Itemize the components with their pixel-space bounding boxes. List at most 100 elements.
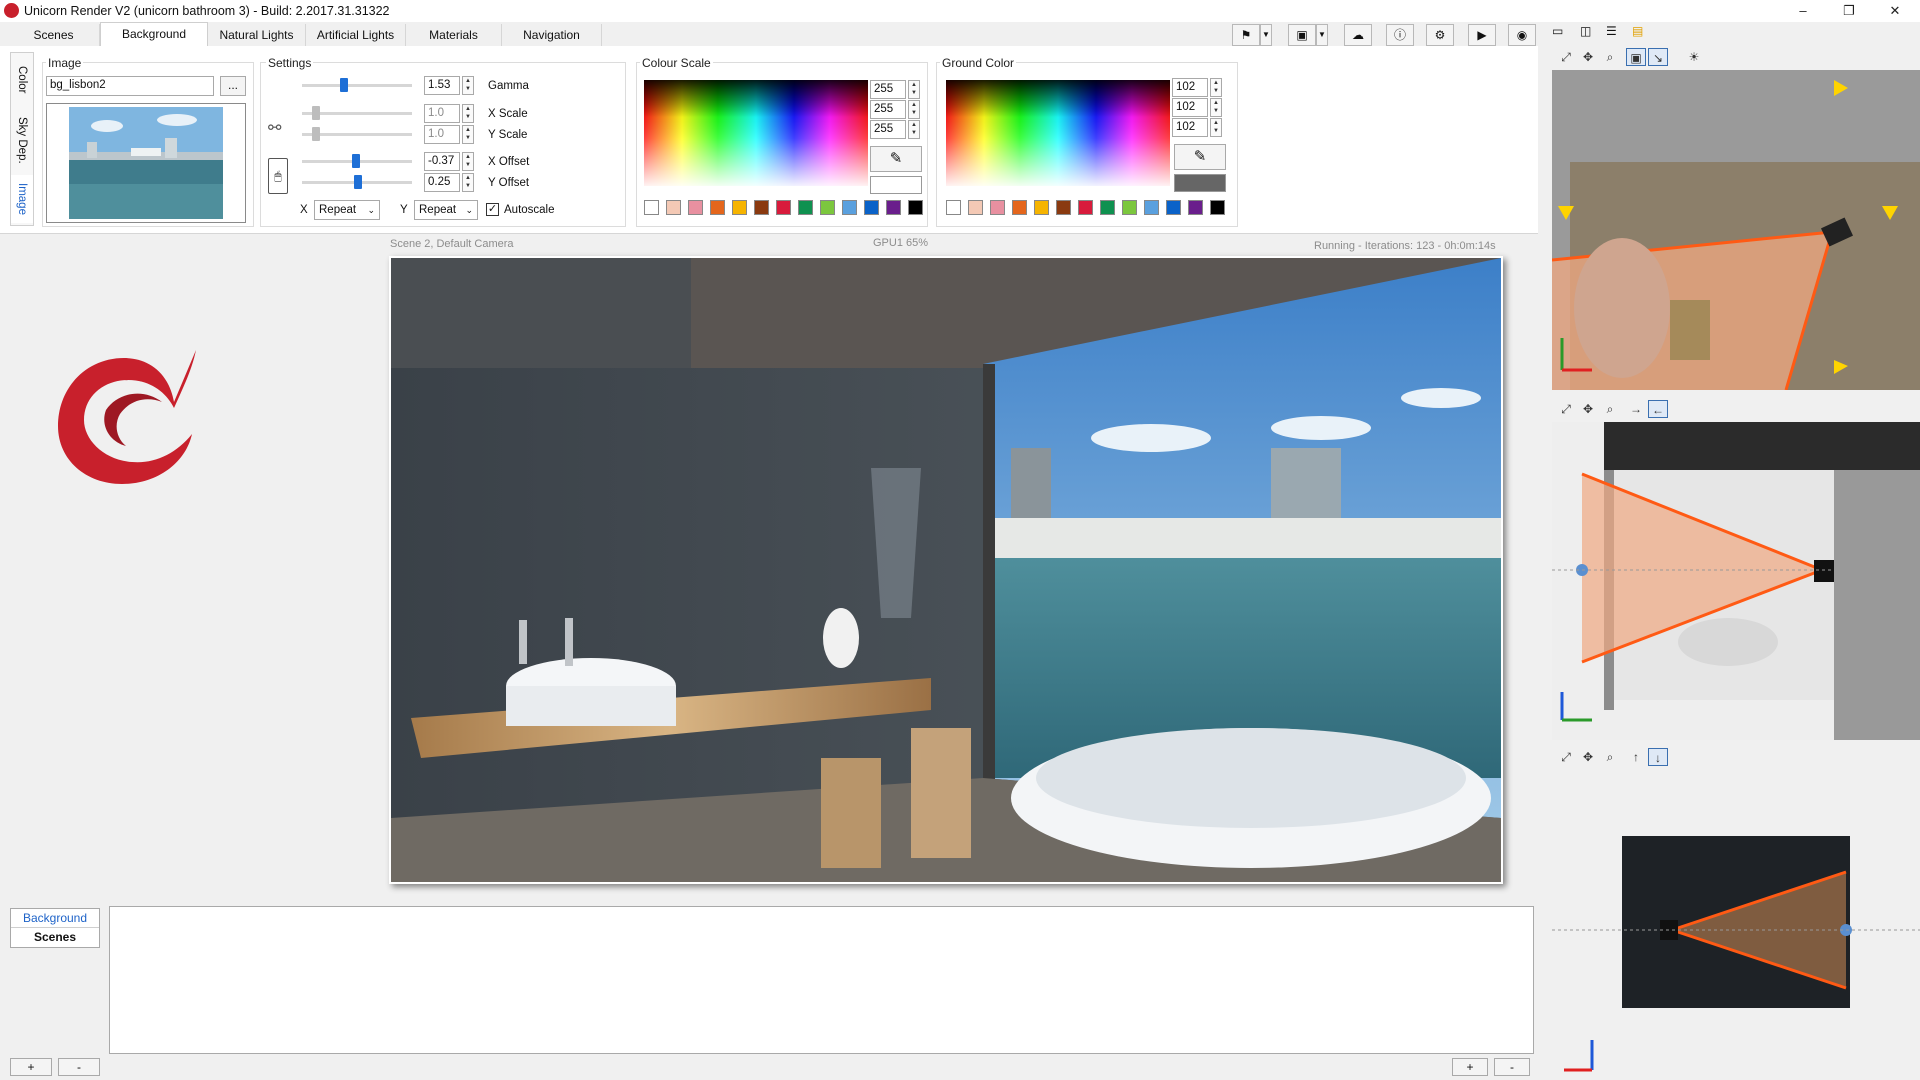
zoom-extents-icon[interactable]: ⤢ bbox=[1556, 748, 1576, 766]
colour-scale-b-field[interactable]: 255 bbox=[870, 120, 906, 139]
zoom-icon[interactable]: ⌕ bbox=[1600, 748, 1620, 766]
side-tab-sky-dep[interactable]: Sky Dep. bbox=[11, 109, 33, 171]
x-scale-spinner[interactable]: ▲ ▼ bbox=[462, 104, 474, 123]
save-button[interactable]: ▣ bbox=[1288, 24, 1316, 46]
render-view[interactable] bbox=[389, 256, 1503, 884]
gamma-slider[interactable] bbox=[302, 84, 412, 87]
browse-button[interactable]: ... bbox=[220, 76, 246, 96]
pick-icon[interactable]: ↘ bbox=[1648, 48, 1668, 66]
tab-background[interactable]: Background bbox=[100, 22, 208, 46]
color-swatch[interactable] bbox=[842, 200, 857, 215]
layout-active-icon[interactable]: ▤ bbox=[1632, 24, 1656, 40]
ground-color-r-field[interactable]: 102 bbox=[1172, 78, 1208, 97]
zoom-icon[interactable]: ⌕ bbox=[1600, 48, 1620, 66]
arrow-left-icon[interactable]: ← bbox=[1648, 400, 1668, 418]
color-swatch[interactable] bbox=[908, 200, 923, 215]
y-repeat-select[interactable]: Repeat ⌄ bbox=[414, 200, 478, 220]
color-swatch[interactable] bbox=[644, 200, 659, 215]
image-filename-field[interactable]: bg_lisbon2 bbox=[46, 76, 214, 96]
color-swatch[interactable] bbox=[990, 200, 1005, 215]
flag-dropdown[interactable]: ▼ bbox=[1260, 24, 1272, 46]
ground-color-eyedropper-button[interactable]: ✎ bbox=[1174, 144, 1226, 170]
pan-icon[interactable]: ✥ bbox=[1578, 400, 1598, 418]
color-swatch[interactable] bbox=[946, 200, 961, 215]
y-scale-field[interactable]: 1.0 bbox=[424, 125, 460, 144]
colour-scale-r-field[interactable]: 255 bbox=[870, 80, 906, 99]
ground-color-b-spinner[interactable]: ▲ ▼ bbox=[1210, 118, 1222, 137]
add-button-left[interactable]: + bbox=[10, 1058, 52, 1076]
minimize-button[interactable]: – bbox=[1780, 0, 1826, 22]
color-swatch[interactable] bbox=[1012, 200, 1027, 215]
zoom-icon[interactable]: ⌕ bbox=[1600, 400, 1620, 418]
camera-button[interactable]: ◉ bbox=[1508, 24, 1536, 46]
color-swatch[interactable] bbox=[688, 200, 703, 215]
settings-button[interactable]: ⚙ bbox=[1426, 24, 1454, 46]
color-swatch[interactable] bbox=[1056, 200, 1071, 215]
y-scale-spinner[interactable]: ▲ ▼ bbox=[462, 125, 474, 144]
tab-artificial-lights[interactable]: Artificial Lights bbox=[306, 24, 406, 46]
gamma-slider-thumb[interactable] bbox=[340, 78, 348, 92]
side-tab-color[interactable]: Color bbox=[11, 55, 33, 105]
bottom-tab-scenes[interactable]: Scenes bbox=[11, 928, 99, 947]
color-swatch[interactable] bbox=[732, 200, 747, 215]
arrow-down-icon[interactable]: ↓ bbox=[1648, 748, 1668, 766]
tab-natural-lights[interactable]: Natural Lights bbox=[208, 24, 306, 46]
colour-scale-g-field[interactable]: 255 bbox=[870, 100, 906, 119]
color-swatch[interactable] bbox=[1210, 200, 1225, 215]
color-swatch[interactable] bbox=[1078, 200, 1093, 215]
cloud-button[interactable]: ☁ bbox=[1344, 24, 1372, 46]
color-swatch[interactable] bbox=[666, 200, 681, 215]
color-swatch[interactable] bbox=[754, 200, 769, 215]
zoom-extents-icon[interactable]: ⤢ bbox=[1556, 400, 1576, 418]
layout-single-icon[interactable]: ▭ bbox=[1552, 24, 1576, 40]
zoom-extents-icon[interactable]: ⤢ bbox=[1556, 48, 1576, 66]
y-offset-spinner[interactable]: ▲ ▼ bbox=[462, 173, 474, 192]
pan-icon[interactable]: ✥ bbox=[1578, 48, 1598, 66]
colour-scale-g-spinner[interactable]: ▲ ▼ bbox=[908, 100, 920, 119]
color-swatch[interactable] bbox=[1100, 200, 1115, 215]
gamma-field[interactable]: 1.53 bbox=[424, 76, 460, 95]
autoscale-checkbox[interactable]: ✓ bbox=[486, 203, 499, 216]
close-button[interactable]: ✕ bbox=[1872, 0, 1918, 22]
x-scale-slider-thumb[interactable] bbox=[312, 106, 320, 120]
color-swatch[interactable] bbox=[1144, 200, 1159, 215]
x-offset-spinner[interactable]: ▲ ▼ bbox=[462, 152, 474, 171]
color-swatch[interactable] bbox=[1034, 200, 1049, 215]
gamma-spinner[interactable]: ▲ ▼ bbox=[462, 76, 474, 95]
restore-button[interactable]: ❐ bbox=[1826, 0, 1872, 22]
y-offset-field[interactable]: 0.25 bbox=[424, 173, 460, 192]
colour-scale-eyedropper-button[interactable]: ✎ bbox=[870, 146, 922, 172]
x-offset-slider-thumb[interactable] bbox=[352, 154, 360, 168]
save-dropdown[interactable]: ▼ bbox=[1316, 24, 1328, 46]
viewport-top[interactable] bbox=[1552, 70, 1920, 390]
viewport-side[interactable] bbox=[1552, 422, 1920, 740]
x-scale-field[interactable]: 1.0 bbox=[424, 104, 460, 123]
colour-scale-b-spinner[interactable]: ▲ ▼ bbox=[908, 120, 920, 139]
bottom-tab-background[interactable]: Background bbox=[11, 909, 99, 928]
colour-scale-picker[interactable] bbox=[644, 80, 868, 186]
x-repeat-select[interactable]: Repeat ⌄ bbox=[314, 200, 380, 220]
link-icon[interactable]: ⚯ bbox=[268, 118, 281, 138]
remove-button-left[interactable]: - bbox=[58, 1058, 100, 1076]
color-swatch[interactable] bbox=[968, 200, 983, 215]
color-swatch[interactable] bbox=[798, 200, 813, 215]
view-box-icon[interactable]: ▣ bbox=[1626, 48, 1646, 66]
colour-scale-r-spinner[interactable]: ▲ ▼ bbox=[908, 80, 920, 99]
tab-navigation[interactable]: Navigation bbox=[502, 24, 602, 46]
ground-color-g-spinner[interactable]: ▲ ▼ bbox=[1210, 98, 1222, 117]
ground-color-b-field[interactable]: 102 bbox=[1172, 118, 1208, 137]
ground-color-r-spinner[interactable]: ▲ ▼ bbox=[1210, 78, 1222, 97]
color-swatch[interactable] bbox=[710, 200, 725, 215]
ground-color-g-field[interactable]: 102 bbox=[1172, 98, 1208, 117]
add-button-right[interactable]: + bbox=[1452, 1058, 1488, 1076]
info-button[interactable]: ⓘ bbox=[1386, 24, 1414, 46]
mouse-icon[interactable]: 🖱 bbox=[268, 158, 288, 194]
render-button[interactable]: ▶ bbox=[1468, 24, 1496, 46]
color-swatch[interactable] bbox=[820, 200, 835, 215]
remove-button-right[interactable]: - bbox=[1494, 1058, 1530, 1076]
arrow-right-icon[interactable]: → bbox=[1626, 400, 1646, 418]
y-scale-slider-thumb[interactable] bbox=[312, 127, 320, 141]
tab-scenes[interactable]: Scenes bbox=[8, 24, 100, 46]
layout-split-icon[interactable]: ◫ bbox=[1580, 24, 1604, 40]
color-swatch[interactable] bbox=[776, 200, 791, 215]
